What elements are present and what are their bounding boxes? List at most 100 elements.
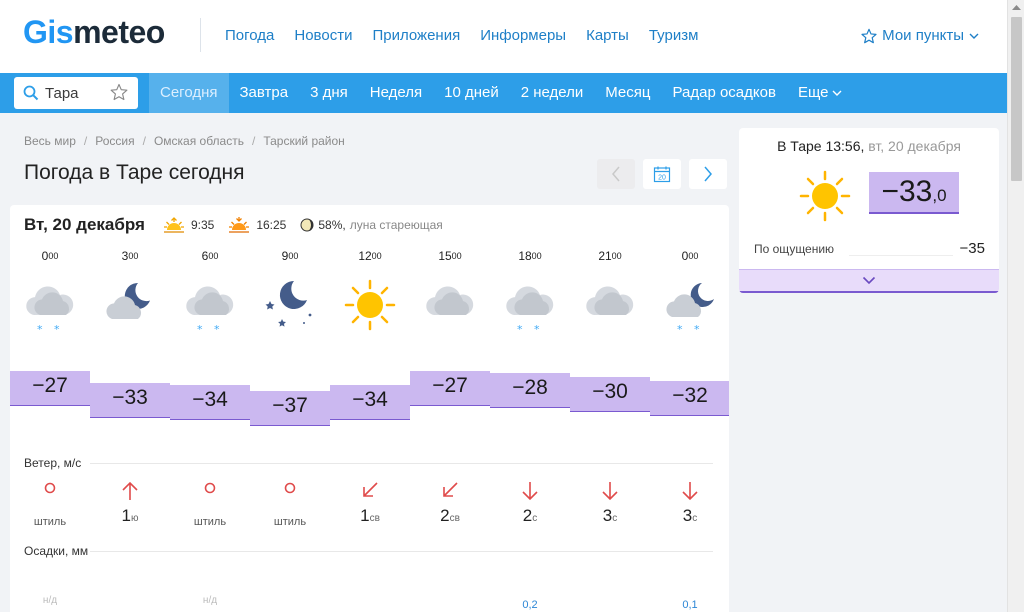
top-nav-informers[interactable]: Информеры xyxy=(480,27,566,44)
top-nav-weather[interactable]: Погода xyxy=(225,27,274,44)
precip-value: 0,2 xyxy=(522,599,538,611)
temperature-cell: −34 xyxy=(170,385,250,420)
hour-label: 1800 xyxy=(518,249,542,263)
period-nav-bar: Тара Сегодня Завтра 3 дня Неделя 10 дней… xyxy=(0,73,1007,113)
wind-arrow-up-icon xyxy=(90,481,170,501)
tab-2-weeks[interactable]: 2 недели xyxy=(510,73,595,113)
top-nav: Погода Новости Приложения Информеры Карт… xyxy=(225,27,698,44)
date-nav-buttons: 20 xyxy=(597,159,727,189)
hour-label: 1200 xyxy=(358,249,382,263)
current-temp-dec: ,0 xyxy=(932,186,947,205)
tab-precip-radar[interactable]: Радар осадков xyxy=(662,73,787,113)
moon-stars-icon xyxy=(250,275,330,335)
wind-value: штиль xyxy=(33,516,67,528)
temperature-cell: −33 xyxy=(90,383,170,418)
current-temperature: −33,0 xyxy=(869,172,959,214)
tab-tomorrow[interactable]: Завтра xyxy=(229,73,300,113)
wind-arrow-down-icon xyxy=(490,481,570,501)
cloud-snow-icon: * * xyxy=(170,275,250,335)
svg-text:*: * xyxy=(517,323,523,335)
sunrise: 9:35 xyxy=(163,216,214,234)
top-nav-news[interactable]: Новости xyxy=(294,27,352,44)
breadcrumb-tara-district[interactable]: Тарский район xyxy=(263,134,344,148)
tab-today[interactable]: Сегодня xyxy=(149,73,229,113)
temperature-cell: −34 xyxy=(330,385,410,420)
precip-value: н/д xyxy=(202,595,218,606)
feels-divider xyxy=(849,255,953,256)
chevron-right-icon xyxy=(704,166,712,182)
sun-icon xyxy=(330,275,410,335)
moon-percent: 58%, xyxy=(318,218,346,232)
hourly-forecast-card: Вт, 20 декабря 9:35 16:25 58%, луна стар… xyxy=(10,205,729,612)
temperature-cell: −30 xyxy=(570,377,650,412)
top-nav-apps[interactable]: Приложения xyxy=(372,27,460,44)
day-header: Вт, 20 декабря 9:35 16:25 58%, луна стар… xyxy=(24,215,457,235)
chevron-down-icon xyxy=(969,33,979,39)
wind-arrow-down-left-icon xyxy=(410,481,490,501)
gismeteo-logo[interactable]: Gismeteo xyxy=(23,14,165,51)
breadcrumb: Весь мир / Россия / Омская область / Тарски… xyxy=(24,134,345,148)
breadcrumb-russia[interactable]: Россия xyxy=(95,134,134,148)
prev-day-button[interactable] xyxy=(597,159,635,189)
temperature-cell: −32 xyxy=(650,381,729,416)
precip-label: Осадки, мм xyxy=(24,544,89,558)
wind-value: 3с xyxy=(682,506,698,525)
current-title: В Таре 13:56, вт, 20 декабря xyxy=(739,138,999,154)
chevron-down-icon xyxy=(862,276,876,285)
cloud-snow-icon: * * xyxy=(10,275,90,335)
wind-divider xyxy=(90,463,713,464)
tab-10-days[interactable]: 10 дней xyxy=(433,73,510,113)
current-weather-card: В Таре 13:56, вт, 20 декабря −33,0 По ощ… xyxy=(739,128,999,293)
moon-phase-text: луна стареющая xyxy=(349,218,443,232)
wind-calm-icon xyxy=(170,481,250,501)
svg-text:*: * xyxy=(197,323,203,335)
hour-label: 000 xyxy=(681,249,699,263)
moon-cloud-icon xyxy=(90,275,170,335)
svg-text:*: * xyxy=(214,323,220,335)
breadcrumb-omsk-region[interactable]: Омская область xyxy=(154,134,244,148)
precip-divider xyxy=(90,551,713,552)
sunrise-icon xyxy=(163,217,184,233)
top-nav-tourism[interactable]: Туризм xyxy=(649,27,699,44)
cloud-snow-icon: * * xyxy=(490,275,570,335)
expand-current-button[interactable] xyxy=(739,269,999,293)
city-search-input[interactable]: Тара xyxy=(14,77,138,109)
wind-arrow-down-icon xyxy=(570,481,650,501)
calendar-button[interactable]: 20 xyxy=(643,159,681,189)
current-place-time: В Таре 13:56, xyxy=(777,138,865,154)
cloud-icon xyxy=(570,275,650,335)
svg-text:*: * xyxy=(677,323,683,335)
moon-phase-icon xyxy=(300,218,314,232)
scroll-up-arrow-icon[interactable] xyxy=(1012,4,1021,10)
moon-cloud-snow-icon: * * xyxy=(650,275,729,335)
wind-value: штиль xyxy=(193,516,227,528)
hour-label: 1500 xyxy=(438,249,462,263)
hour-label: 000 xyxy=(41,249,59,263)
wind-arrow-down-icon xyxy=(650,481,729,501)
favorite-star-icon[interactable] xyxy=(110,83,128,101)
feels-like-label: По ощущению xyxy=(754,242,835,256)
tab-more-label: Еще xyxy=(797,84,829,101)
tab-week[interactable]: Неделя xyxy=(359,73,433,113)
breadcrumb-world[interactable]: Весь мир xyxy=(24,134,76,148)
header-divider xyxy=(200,18,201,52)
top-nav-maps[interactable]: Карты xyxy=(586,27,629,44)
page-title: Погода в Таре сегодня xyxy=(24,161,245,184)
wind-value: 1св xyxy=(360,506,380,525)
wind-value: штиль xyxy=(273,516,307,528)
next-day-button[interactable] xyxy=(689,159,727,189)
tab-3-days[interactable]: 3 дня xyxy=(299,73,359,113)
my-points-button[interactable]: Мои пункты xyxy=(861,27,979,44)
star-outline-icon xyxy=(861,28,877,43)
svg-text:*: * xyxy=(534,323,540,335)
wind-value: 1ю xyxy=(121,506,139,525)
svg-text:*: * xyxy=(54,323,60,335)
svg-text:*: * xyxy=(37,323,43,335)
precip-value: н/д xyxy=(42,595,58,606)
chevron-down-icon xyxy=(832,90,842,96)
tab-more[interactable]: Еще xyxy=(787,73,854,113)
page-scrollbar[interactable] xyxy=(1007,0,1024,612)
tab-month[interactable]: Месяц xyxy=(594,73,661,113)
temperature-cell: −28 xyxy=(490,373,570,408)
scroll-thumb[interactable] xyxy=(1011,17,1022,181)
